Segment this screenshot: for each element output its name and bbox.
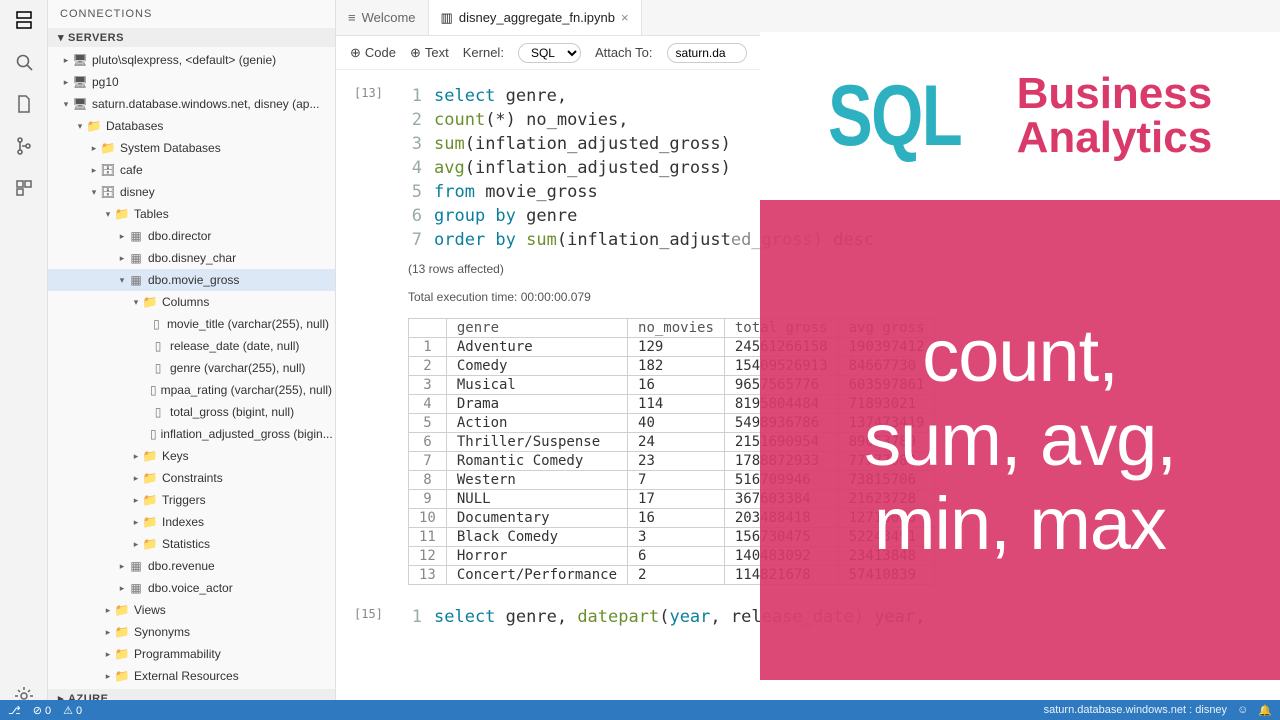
add-text-button[interactable]: ⊕Text	[410, 45, 449, 61]
file-icon[interactable]	[12, 92, 36, 116]
tree-columns[interactable]: ▾📁Columns	[48, 291, 335, 313]
cell-prompt: [15]	[354, 605, 408, 629]
tree-item[interactable]: ▸▦dbo.disney_char	[48, 247, 335, 269]
kernel-select[interactable]: SQL	[518, 43, 581, 63]
server-item[interactable]: ▸🖥pluto\sqlexpress, <default> (genie)	[48, 49, 335, 71]
tree-item[interactable]: ▸▦dbo.revenue	[48, 555, 335, 577]
activity-bar	[0, 0, 48, 708]
tree-item[interactable]: ▸🗄cafe	[48, 159, 335, 181]
notebook-toolbar: ⊕Code ⊕Text Kernel: SQL Attach To:	[336, 36, 1280, 70]
tree-tables[interactable]: ▾📁Tables	[48, 203, 335, 225]
tree-databases[interactable]: ▾📁Databases	[48, 115, 335, 137]
bell-icon[interactable]: 🔔	[1258, 704, 1272, 717]
attach-input[interactable]	[667, 43, 747, 63]
tree-item[interactable]: ▸📁Triggers	[48, 489, 335, 511]
tree-item[interactable]: ▸📁System Databases	[48, 137, 335, 159]
source-control-icon[interactable]	[12, 134, 36, 158]
connection-info[interactable]: saturn.database.windows.net : disney	[1044, 704, 1227, 716]
tree-item[interactable]: ▸📁Synonyms	[48, 621, 335, 643]
tree-column[interactable]: ▯mpaa_rating (varchar(255), null)	[48, 379, 335, 401]
code-cell[interactable]: [13] 1select genre,2 count(*) no_movies,…	[354, 84, 1262, 252]
code-cell-next[interactable]: [15] 1select genre, datepart(year, relea…	[354, 605, 1262, 629]
tree-column[interactable]: ▯inflation_adjusted_gross (bigin...	[48, 423, 335, 445]
tree-column[interactable]: ▯genre (varchar(255), null)	[48, 357, 335, 379]
tree-item[interactable]: ▸📁Views	[48, 599, 335, 621]
sidebar-title: CONNECTIONS	[48, 0, 335, 28]
tree-item[interactable]: ▸📁External Resources	[48, 665, 335, 687]
notebook-icon: ▥	[441, 10, 453, 26]
sidebar: CONNECTIONS ▾SERVERS ▸🖥pluto\sqlexpress,…	[48, 0, 336, 708]
tree-db-disney[interactable]: ▾🗄disney	[48, 181, 335, 203]
close-icon[interactable]: ×	[621, 10, 629, 25]
result-grid[interactable]: genreno_moviestotal grossavg gross1Adven…	[408, 318, 1262, 585]
kernel-label: Kernel:	[463, 45, 504, 60]
tree-item[interactable]: ▸📁Keys	[48, 445, 335, 467]
exec-time: Total execution time: 00:00:00.079	[354, 280, 1262, 308]
tree-column[interactable]: ▯movie_title (varchar(255), null)	[48, 313, 335, 335]
errors-badge[interactable]: ⊘ 0	[33, 704, 51, 717]
notebook-body: [13] 1select genre,2 count(*) no_movies,…	[336, 70, 1280, 708]
tree-item[interactable]: ▸📁Constraints	[48, 467, 335, 489]
tree-column[interactable]: ▯total_gross (bigint, null)	[48, 401, 335, 423]
tab-bar: ≡Welcome ▥disney_aggregate_fn.ipynb×	[336, 0, 1280, 36]
main-editor: ≡Welcome ▥disney_aggregate_fn.ipynb× ⊕Co…	[336, 0, 1280, 708]
tab-welcome[interactable]: ≡Welcome	[336, 0, 429, 35]
tree-item[interactable]: ▸▦dbo.voice_actor	[48, 577, 335, 599]
section-servers[interactable]: ▾SERVERS	[48, 28, 335, 47]
servers-icon[interactable]	[12, 8, 36, 32]
connection-tree: ▸🖥pluto\sqlexpress, <default> (genie) ▸🖥…	[48, 47, 335, 689]
attach-label: Attach To:	[595, 45, 653, 60]
server-item[interactable]: ▸🖥pg10	[48, 71, 335, 93]
tree-item[interactable]: ▸📁Programmability	[48, 643, 335, 665]
tab-notebook[interactable]: ▥disney_aggregate_fn.ipynb×	[429, 0, 642, 35]
rows-affected: (13 rows affected)	[354, 252, 1262, 280]
server-item[interactable]: ▾🖥saturn.database.windows.net, disney (a…	[48, 93, 335, 115]
statusbar: ⎇ ⊘ 0 ⚠ 0 saturn.database.windows.net : …	[0, 700, 1280, 720]
tree-item[interactable]: ▸📁Statistics	[48, 533, 335, 555]
tree-item[interactable]: ▸📁Indexes	[48, 511, 335, 533]
tree-column[interactable]: ▯release_date (date, null)	[48, 335, 335, 357]
branch-icon[interactable]: ⎇	[8, 704, 21, 717]
cell-prompt: [13]	[354, 84, 408, 252]
extensions-icon[interactable]	[12, 176, 36, 200]
search-icon[interactable]	[12, 50, 36, 74]
feedback-icon[interactable]: ☺	[1237, 704, 1248, 716]
warnings-badge[interactable]: ⚠ 0	[63, 704, 82, 717]
tree-item[interactable]: ▸▦dbo.director	[48, 225, 335, 247]
tree-movie-gross[interactable]: ▾▦dbo.movie_gross	[48, 269, 335, 291]
add-code-button[interactable]: ⊕Code	[350, 45, 396, 61]
